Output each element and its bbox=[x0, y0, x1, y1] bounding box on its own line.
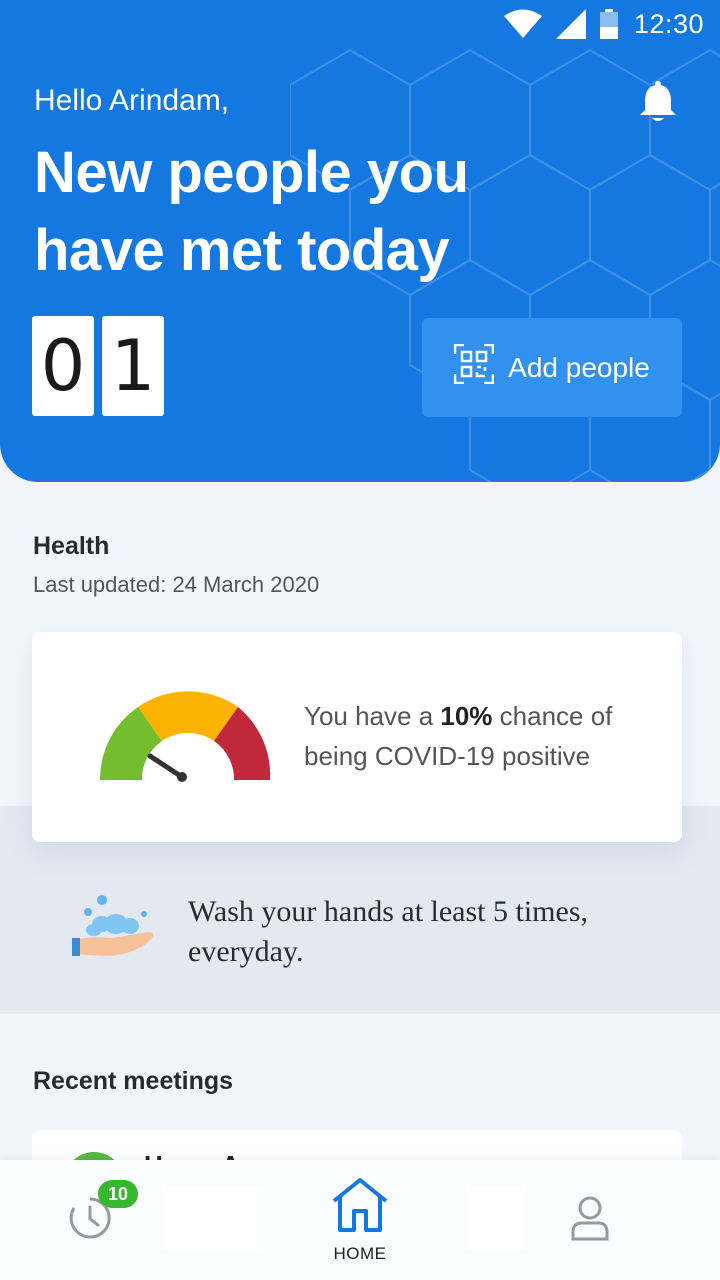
hand-wash-text: Wash your hands at least 5 times, everyd… bbox=[188, 895, 589, 968]
wifi-icon bbox=[503, 9, 542, 39]
qr-code-icon bbox=[453, 343, 495, 391]
nav-placeholder bbox=[466, 1186, 526, 1250]
greeting-text: Hello Arindam, bbox=[34, 84, 230, 117]
risk-text: You have a 10% chance of being COVID-19 … bbox=[304, 696, 664, 776]
nav-placeholder bbox=[162, 1186, 264, 1250]
user-icon bbox=[570, 1195, 610, 1246]
add-people-label: Add people bbox=[508, 351, 650, 383]
nav-history[interactable]: 10 bbox=[40, 1160, 140, 1280]
nav-home-label: HOME bbox=[333, 1243, 387, 1263]
health-title: Health bbox=[33, 532, 110, 560]
risk-gauge bbox=[99, 691, 271, 782]
bell-icon[interactable] bbox=[638, 80, 678, 129]
risk-prefix: You have a bbox=[304, 701, 441, 731]
signal-icon bbox=[555, 9, 586, 39]
risk-card[interactable]: You have a 10% chance of being COVID-19 … bbox=[32, 632, 682, 842]
nav-profile[interactable] bbox=[540, 1160, 640, 1280]
history-badge: 10 bbox=[98, 1180, 138, 1208]
home-icon bbox=[330, 1177, 390, 1238]
status-time: 12:30 bbox=[633, 8, 704, 39]
headline: New people you have met today bbox=[34, 140, 469, 283]
risk-value: 10% bbox=[440, 701, 493, 731]
people-counter: 0 1 bbox=[32, 316, 164, 416]
nav-home[interactable]: HOME bbox=[298, 1160, 422, 1280]
header-banner: 12:30 Hello Arindam, New people you have… bbox=[0, 0, 720, 482]
battery-icon bbox=[599, 9, 618, 39]
last-updated-text: Last updated: 24 March 2020 bbox=[33, 572, 320, 597]
hand-wash-tip: Wash your hands at least 5 times, everyd… bbox=[72, 892, 648, 972]
recent-meetings-title: Recent meetings bbox=[33, 1067, 234, 1095]
hand-wash-icon bbox=[72, 892, 156, 967]
gauge-needle bbox=[147, 753, 187, 782]
counter-digit: 1 bbox=[102, 316, 164, 416]
add-people-button[interactable]: Add people bbox=[422, 318, 682, 417]
counter-digit: 0 bbox=[32, 316, 94, 416]
bottom-navigation: 10 HOME bbox=[0, 1160, 720, 1280]
status-bar: 12:30 bbox=[0, 0, 720, 48]
